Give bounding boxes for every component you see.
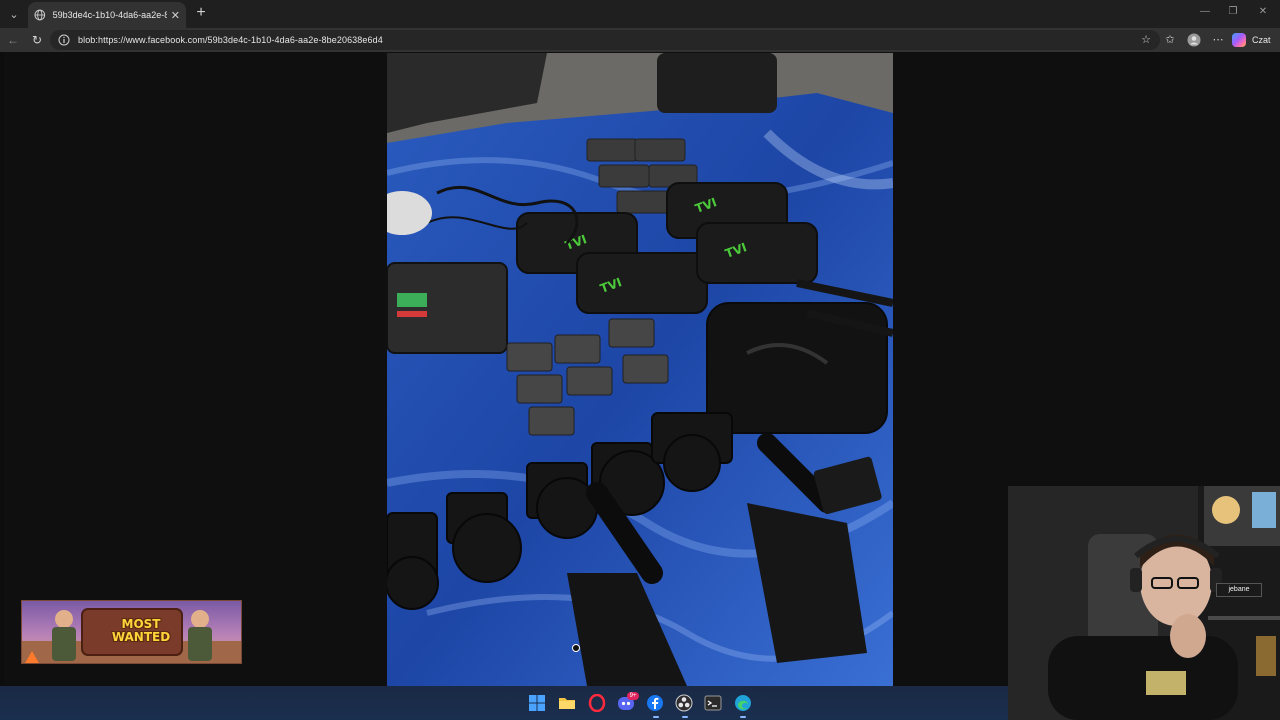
edge-icon[interactable]	[734, 694, 752, 712]
chevron-down-icon[interactable]: ⌄	[4, 4, 24, 24]
restore-icon[interactable]: ❐	[1224, 6, 1242, 17]
copilot-icon	[1232, 33, 1246, 47]
copilot-button[interactable]: Czat	[1232, 31, 1276, 49]
obs-running-indicator	[682, 716, 688, 718]
camera-gear-photo[interactable]: TVI TVI TVI TVI	[387, 53, 893, 686]
browser-tab[interactable]: 59b3de4c-1b10-4da6-aa2e-8be20 ✕	[28, 2, 186, 28]
opera-icon[interactable]	[588, 694, 606, 712]
webcam-illustration	[1008, 486, 1280, 720]
profile-icon[interactable]	[1186, 32, 1202, 48]
reload-icon[interactable]: ↻	[29, 32, 45, 48]
more-icon[interactable]: ⋯	[1210, 32, 1226, 48]
facebook-running-indicator	[653, 716, 659, 718]
edge-running-indicator	[740, 716, 746, 718]
collections-icon[interactable]: ✩	[1162, 32, 1178, 48]
webcam-sign: jebane	[1216, 583, 1262, 597]
star-icon[interactable]: ☆	[1138, 32, 1154, 48]
address-url: blob:https://www.facebook.com/59b3de4c-1…	[78, 35, 383, 45]
window-close-icon[interactable]: ✕	[1254, 6, 1272, 17]
file-explorer-icon[interactable]	[558, 694, 576, 712]
photo-illustration: TVI TVI TVI TVI	[387, 53, 893, 686]
globe-icon	[34, 9, 46, 21]
tab-title: 59b3de4c-1b10-4da6-aa2e-8be20	[52, 10, 167, 20]
plus-icon[interactable]: +	[192, 4, 210, 22]
mouse-cursor	[572, 644, 580, 652]
taskbar: 9+	[0, 686, 1008, 720]
minimize-icon[interactable]: —	[1196, 6, 1214, 17]
terminal-icon[interactable]	[704, 694, 722, 712]
obs-icon[interactable]	[675, 694, 693, 712]
discord-badge: 9+	[627, 692, 639, 700]
tab-strip: ⌄ 59b3de4c-1b10-4da6-aa2e-8be20 ✕ + — ❐ …	[0, 0, 1280, 28]
browser-toolbar: ← ↻ blob:https://www.facebook.com/59b3de…	[0, 28, 1280, 52]
windows-start-icon[interactable]	[528, 694, 546, 712]
facebook-icon[interactable]	[646, 694, 664, 712]
webcam-feed: jebane	[1008, 486, 1280, 720]
close-icon[interactable]: ✕	[171, 9, 180, 22]
info-icon[interactable]	[58, 34, 70, 46]
arrow-left-icon[interactable]: ←	[5, 32, 21, 48]
stream-banner: MOST WANTED	[21, 600, 242, 664]
address-bar[interactable]: blob:https://www.facebook.com/59b3de4c-1…	[50, 30, 1160, 50]
banner-title: MOST WANTED	[111, 617, 171, 644]
copilot-label: Czat	[1252, 35, 1271, 45]
